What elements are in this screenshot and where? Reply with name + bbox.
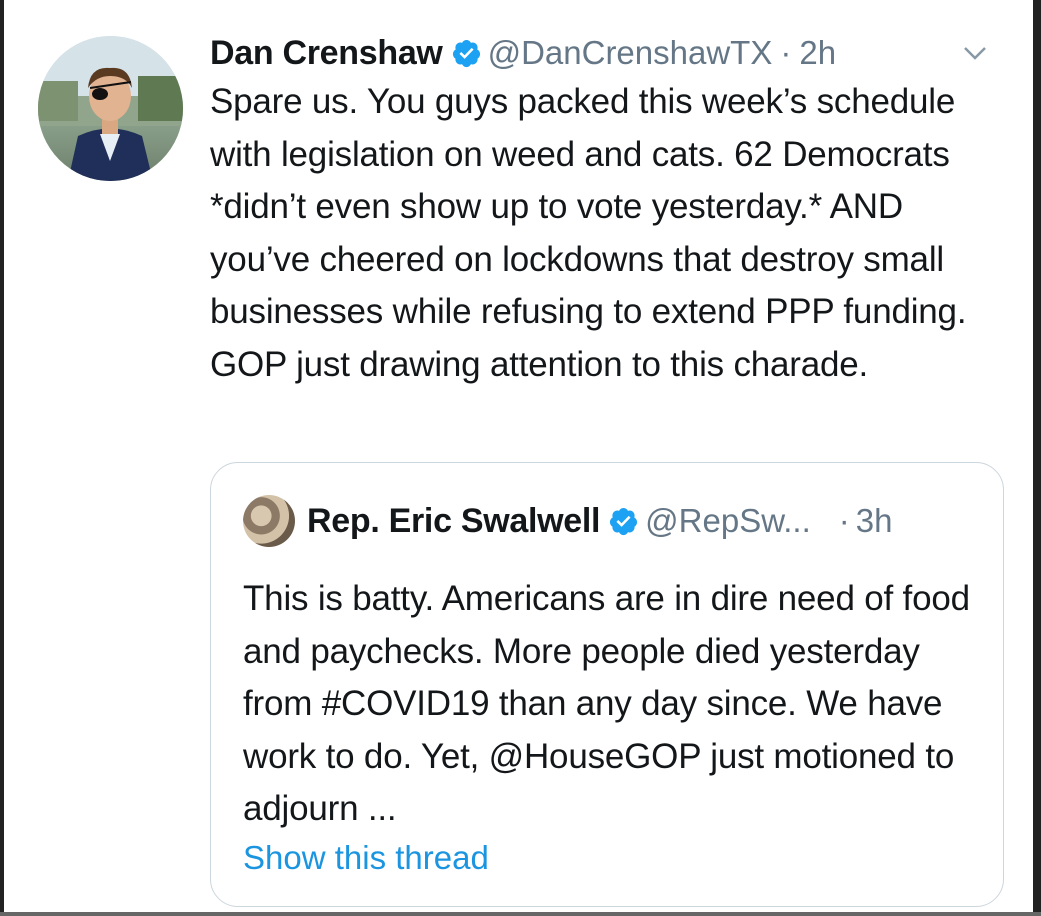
tweet-text: Spare us. You guys packed this week’s sc… [210,82,967,384]
chevron-down-icon[interactable] [960,38,990,68]
tweet-header: Dan Crenshaw @DanCrenshawTX · 2h [210,30,1010,76]
tweet[interactable]: Dan Crenshaw @DanCrenshawTX · 2h Spare u… [210,30,1010,391]
verified-badge-icon [452,39,480,67]
quoted-tweet-header: Rep. Eric Swalwell @RepSw... · 3h [243,495,892,547]
quoted-author-handle: @RepSw... [645,502,811,539]
quoted-tweet-text: This is batty. Americans are in dire nee… [243,579,970,828]
quoted-avatar [243,495,295,547]
quoted-tweet-card[interactable]: Rep. Eric Swalwell @RepSw... · 3h This i… [210,462,1004,907]
avatar[interactable] [38,36,183,181]
author-name[interactable]: Dan Crenshaw [210,34,443,73]
verified-badge-icon [610,507,638,535]
timestamp[interactable]: 2h [799,34,836,72]
quoted-header-separator: · [838,502,850,539]
avatar-photo [38,36,183,181]
quoted-author-name: Rep. Eric Swalwell [307,501,601,540]
show-thread-link[interactable]: Show this thread [243,839,489,877]
screenshot-frame-right [1033,0,1041,916]
quoted-timestamp: 3h [855,502,893,539]
author-handle[interactable]: @DanCrenshawTX [488,34,773,72]
screenshot-frame-left [0,0,4,916]
header-separator: · [780,34,792,71]
screenshot-frame-bottom [0,912,1041,916]
